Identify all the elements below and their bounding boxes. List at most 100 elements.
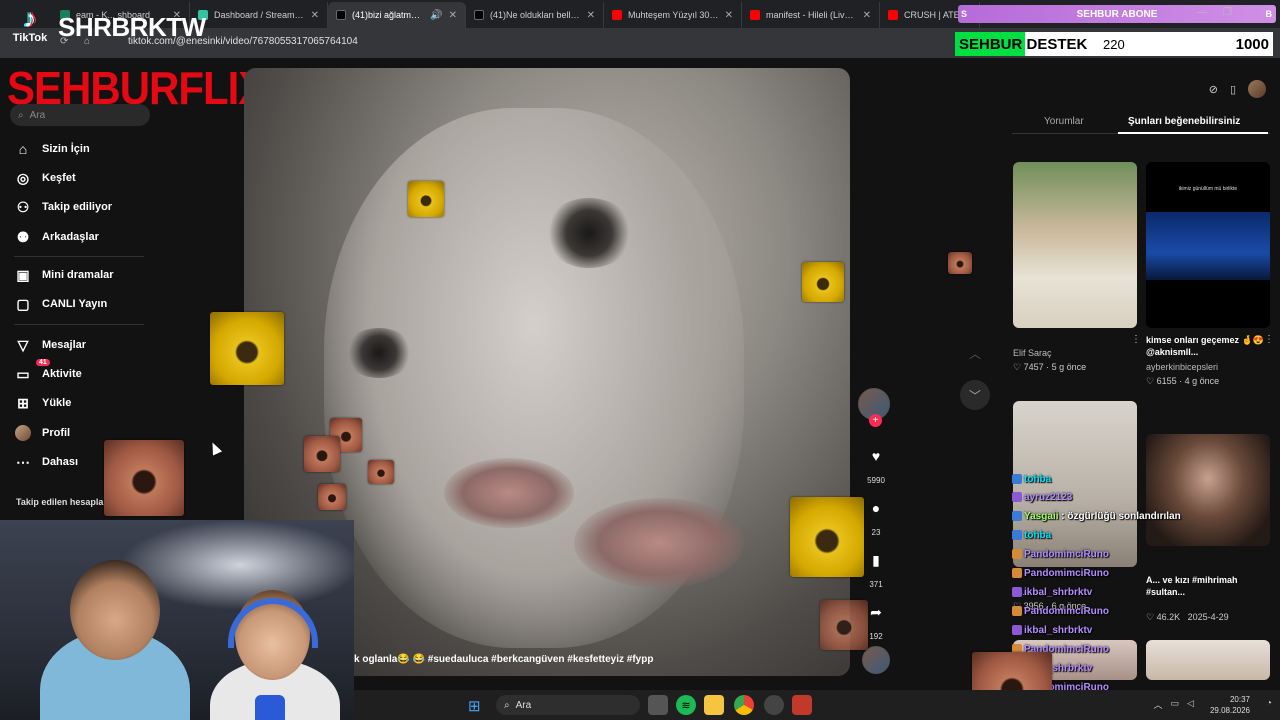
abone-bar-label: SEHBUR ABONE bbox=[1076, 8, 1158, 20]
more-icon: ⋯ bbox=[16, 453, 30, 470]
browser-tab[interactable]: (41)Ne oldukları belli old... ✕ bbox=[466, 2, 604, 28]
right-panel-tabs: Yorumlar Şunları beğenebilirsiniz bbox=[1012, 110, 1270, 134]
sidebar-item-takip-ediliyor[interactable]: ⚇ Takip ediliyor bbox=[14, 198, 112, 216]
sidebar-item-sizin-icin[interactable]: ⌂ Sizin İçin bbox=[14, 140, 90, 158]
restore-icon[interactable]: ❐ bbox=[1223, 7, 1232, 18]
chat-badge bbox=[1012, 587, 1022, 598]
chevron-up-icon[interactable]: ︿ bbox=[1154, 698, 1163, 711]
more-options-icon[interactable]: ⋮ bbox=[1131, 334, 1141, 345]
top-right-icons: ⊘ ▯ bbox=[1209, 80, 1266, 98]
card-likes: 46.2K bbox=[1156, 612, 1181, 622]
close-icon[interactable]: ✕ bbox=[311, 10, 319, 21]
browser-tab[interactable]: manifest - Hileli (Live Perf... ✕ bbox=[742, 2, 880, 28]
sidebar-item-yukle[interactable]: ⊞ Yükle bbox=[14, 394, 71, 412]
video-frame-lips bbox=[444, 458, 574, 528]
tab-yorumlar[interactable]: Yorumlar bbox=[1044, 116, 1084, 127]
emote-overlay bbox=[790, 497, 864, 577]
network-icon[interactable]: ▭ bbox=[1171, 698, 1180, 711]
chat-badge bbox=[1012, 474, 1022, 485]
chat-line: PandomimciRuno bbox=[1012, 606, 1109, 617]
suggested-video-card[interactable]: ikimiz günüllüm mü birlikte kimse onları… bbox=[1146, 162, 1274, 387]
phone-icon[interactable]: ▯ bbox=[1230, 83, 1236, 96]
chat-username: ikbal_shrbrktv bbox=[1024, 587, 1093, 598]
notification-bell-icon[interactable]: ◔ bbox=[1266, 698, 1272, 709]
system-tray: ︿ ▭ ◁ bbox=[1154, 698, 1194, 711]
sound-disc[interactable] bbox=[858, 646, 894, 674]
video-thumbnail: ikimiz günüllüm mü birlikte bbox=[1146, 162, 1270, 328]
sidebar-item-profil[interactable]: Profil bbox=[14, 424, 70, 442]
more-options-icon[interactable]: ⋮ bbox=[1264, 334, 1274, 345]
video-caption: k oglanla😂 😂 #suedauluca #berkcangüven #… bbox=[354, 654, 654, 665]
spotify-icon[interactable]: ≋ bbox=[676, 695, 696, 715]
taskbar-search-label: Ara bbox=[515, 699, 532, 711]
suggested-video-card[interactable]: Elif Saraç ♡ 7457 · 5 g önce ⋮ bbox=[1013, 162, 1141, 373]
sidebar-item-label: Arkadaşlar bbox=[42, 231, 99, 243]
chat-line: tohba bbox=[1012, 474, 1051, 485]
tab-favicon bbox=[474, 10, 484, 20]
search-icon: ⌕ bbox=[18, 109, 24, 121]
suggested-video-card[interactable]: as... ♡ 3956 · 6 g önce bbox=[1013, 401, 1137, 612]
sidebar-item-label: Profil bbox=[42, 427, 71, 439]
channel-name-overlay: SHRBRKTW bbox=[58, 12, 206, 42]
sidebar-item-mesajlar[interactable]: ▽ Mesajlar bbox=[14, 336, 86, 354]
emote-overlay bbox=[318, 484, 346, 510]
chat-username: PandomimciRuno bbox=[1024, 549, 1110, 560]
taskbar-search[interactable]: ⌕ Ara bbox=[496, 695, 640, 715]
emote-overlay bbox=[820, 600, 868, 650]
active-tab-underline bbox=[1118, 132, 1268, 134]
tiktok-wordmark: TikTok bbox=[12, 32, 48, 44]
volume-icon[interactable]: ◁ bbox=[1187, 698, 1194, 711]
emote-overlay bbox=[104, 440, 184, 516]
sidebar-item-mini-dramalar[interactable]: ▣ Mini dramalar bbox=[14, 266, 113, 284]
browser-tab[interactable]: Muhteşem Yüzyıl 30. Bölü... ✕ bbox=[604, 2, 742, 28]
browser-tab-active[interactable]: (41)bizi ağlatmaya ka... 🔊 ✕ bbox=[328, 2, 466, 28]
video-frame-eye bbox=[344, 328, 414, 378]
windows-start-icon[interactable]: ⊞ bbox=[468, 697, 481, 715]
thumbnail-stage bbox=[1146, 212, 1270, 280]
close-icon[interactable]: ✕ bbox=[449, 10, 457, 21]
chrome-icon[interactable] bbox=[734, 695, 754, 715]
video-app-icon[interactable] bbox=[792, 695, 812, 715]
next-video-button[interactable]: ﹀ bbox=[960, 380, 990, 410]
sidebar-item-dahasi[interactable]: ⋯ Dahası bbox=[14, 453, 78, 471]
search-icon: ⌕ bbox=[504, 699, 510, 711]
chat-line: PandomimciRuno bbox=[1012, 568, 1109, 579]
destek-bar-label: SEHBUR DESTEK bbox=[959, 36, 1088, 53]
previous-video-button[interactable]: ︿ bbox=[960, 338, 990, 368]
suggested-video-card[interactable]: A... ve kızı #mihrimah #sultan... ♡ 46.2… bbox=[1146, 434, 1270, 623]
close-icon[interactable]: ✕ bbox=[725, 10, 733, 21]
tiktok-logo: ♪ TikTok bbox=[4, 4, 56, 54]
tab-sunlari-begenebilirsiniz[interactable]: Şunları beğenebilirsiniz bbox=[1128, 116, 1240, 127]
close-icon[interactable]: ✕ bbox=[587, 10, 595, 21]
speaker-icon[interactable]: 🔊 bbox=[430, 10, 442, 21]
sidebar-item-kesfet[interactable]: ◎ Keşfet bbox=[14, 169, 76, 187]
like-button[interactable]: ♥ 5990 bbox=[858, 440, 894, 485]
search-input[interactable]: ⌕ Ara bbox=[10, 104, 150, 126]
sidebar-item-aktivite[interactable]: ▭ 41 Aktivite bbox=[14, 359, 82, 383]
clock-time: 20:37 bbox=[1229, 695, 1250, 704]
card-age: 2025-4-29 bbox=[1187, 612, 1229, 622]
sidebar-item-arkadaslar[interactable]: ⚉ Arkadaşlar bbox=[14, 228, 99, 246]
taskbar-clock[interactable]: 20:37 29.08.2026 bbox=[1210, 694, 1250, 716]
coin-icon[interactable]: ⊘ bbox=[1209, 83, 1218, 96]
card-title: kimse onları geçemez 🤞😍 @aknismll... bbox=[1146, 335, 1264, 357]
close-icon[interactable]: ✕ bbox=[863, 10, 871, 21]
chat-line: Yasgaii : özgürlüğü sonlandırılan bbox=[1012, 511, 1181, 522]
chevron-up-icon: ︿ bbox=[968, 346, 981, 361]
chat-username: PandomimciRuno bbox=[1024, 568, 1110, 579]
browser-tab[interactable]: Dashboard / Streamlabs ✕ bbox=[190, 2, 328, 28]
steam-icon[interactable] bbox=[764, 695, 784, 715]
minimize-icon[interactable]: — bbox=[1197, 7, 1207, 18]
follow-plus-icon[interactable]: + bbox=[869, 414, 882, 427]
explorer-icon[interactable] bbox=[704, 695, 724, 715]
home-icon: ⌂ bbox=[18, 141, 28, 157]
user-avatar[interactable] bbox=[1248, 80, 1266, 98]
card-username: ayberkinbicepsleri bbox=[1146, 362, 1219, 372]
card-likes: 6155 bbox=[1156, 376, 1177, 386]
upload-icon: ⊞ bbox=[17, 394, 29, 411]
send-icon: ▽ bbox=[17, 336, 29, 353]
card-likes: 7457 bbox=[1023, 362, 1044, 372]
sidebar-item-canli-yayin[interactable]: ▢ CANLI Yayın bbox=[14, 295, 107, 313]
task-view-icon[interactable] bbox=[648, 695, 668, 715]
suggested-video-card[interactable] bbox=[1146, 640, 1270, 680]
